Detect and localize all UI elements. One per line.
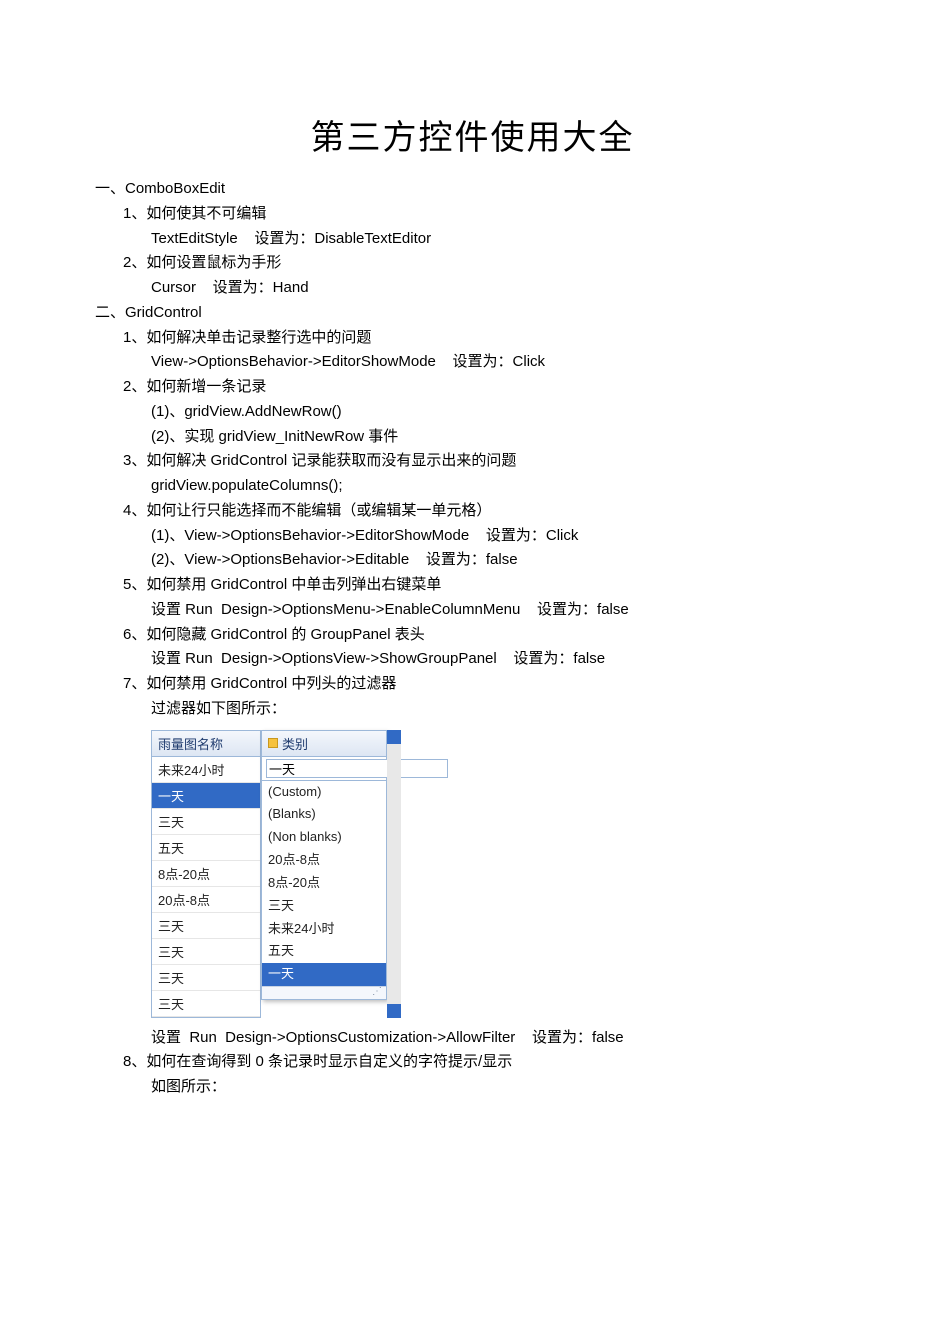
text-line: 设置 Run Design->OptionsView->ShowGroupPan…	[95, 647, 850, 672]
text-line: 4、如何让行只能选择而不能编辑（或编辑某一单元格）	[95, 499, 850, 524]
filter-list[interactable]: (Custom)(Blanks)(Non blanks)20点-8点8点-20点…	[262, 781, 386, 987]
scroll-up-button[interactable]	[387, 730, 401, 744]
grid-left-column: 雨量图名称 未来24小时一天三天五天8点-20点20点-8点三天三天三天三天	[151, 730, 261, 1018]
table-row[interactable]: 三天	[152, 939, 260, 965]
filter-input[interactable]	[266, 759, 448, 778]
text-line: 设置 Run Design->OptionsCustomization->All…	[95, 1026, 850, 1051]
text-line: 过滤器如下图所示：	[95, 697, 850, 722]
filter-icon	[268, 738, 278, 748]
filter-option[interactable]: 五天	[262, 940, 386, 963]
resize-grip[interactable]: ⋰	[262, 986, 386, 999]
text-line: 7、如何禁用 GridControl 中列头的过滤器	[95, 672, 850, 697]
scroll-track[interactable]	[387, 744, 401, 1004]
text-line: 2、如何设置鼠标为手形	[95, 251, 850, 276]
text-line: View->OptionsBehavior->EditorShowMode 设置…	[95, 350, 850, 375]
table-row[interactable]: 三天	[152, 991, 260, 1017]
text-line: (2)、实现 gridView_InitNewRow 事件	[95, 425, 850, 450]
filter-screenshot: 雨量图名称 未来24小时一天三天五天8点-20点20点-8点三天三天三天三天 类…	[151, 730, 421, 1018]
page-title: 第三方控件使用大全	[95, 110, 850, 159]
document-page: 第三方控件使用大全 一、ComboBoxEdit1、如何使其不可编辑TextEd…	[0, 0, 945, 1160]
filter-option[interactable]: (Blanks)	[262, 803, 386, 826]
scroll-down-button[interactable]	[387, 1004, 401, 1018]
filter-option[interactable]: 一天	[262, 963, 386, 986]
content-after: 设置 Run Design->OptionsCustomization->All…	[95, 1026, 850, 1100]
filter-option[interactable]: 未来24小时	[262, 918, 386, 941]
grid-header-right[interactable]: 类别	[262, 731, 386, 757]
table-row[interactable]: 一天	[152, 783, 260, 809]
text-line: (2)、View->OptionsBehavior->Editable 设置为：…	[95, 548, 850, 573]
filter-input-row	[262, 757, 386, 781]
text-line: 1、如何解决单击记录整行选中的问题	[95, 326, 850, 351]
text-line: 二、GridControl	[95, 301, 850, 326]
column-header-label: 类别	[282, 734, 308, 753]
text-line: gridView.populateColumns();	[95, 474, 850, 499]
text-line: (1)、View->OptionsBehavior->EditorShowMod…	[95, 524, 850, 549]
content-body: 一、ComboBoxEdit1、如何使其不可编辑TextEditStyle 设置…	[95, 177, 850, 722]
grid-header-left[interactable]: 雨量图名称	[152, 731, 260, 757]
table-row[interactable]: 未来24小时	[152, 757, 260, 783]
table-row[interactable]: 五天	[152, 835, 260, 861]
filter-option[interactable]: 三天	[262, 895, 386, 918]
text-line: 设置 Run Design->OptionsMenu->EnableColumn…	[95, 598, 850, 623]
text-line: Cursor 设置为：Hand	[95, 276, 850, 301]
text-line: 8、如何在查询得到 0 条记录时显示自定义的字符提示/显示	[95, 1050, 850, 1075]
table-row[interactable]: 三天	[152, 913, 260, 939]
filter-option[interactable]: (Custom)	[262, 781, 386, 804]
filter-option[interactable]: 8点-20点	[262, 872, 386, 895]
grid-right-wrap: 类别 (Custom)(Blanks)(Non blanks)20点-8点8点-…	[261, 730, 387, 1018]
scrollbar[interactable]	[387, 730, 401, 1018]
text-line: 6、如何隐藏 GridControl 的 GroupPanel 表头	[95, 623, 850, 648]
filter-option[interactable]: 20点-8点	[262, 849, 386, 872]
column-header-label: 雨量图名称	[158, 734, 223, 753]
text-line: 3、如何解决 GridControl 记录能获取而没有显示出来的问题	[95, 449, 850, 474]
table-row[interactable]: 20点-8点	[152, 887, 260, 913]
text-line: 一、ComboBoxEdit	[95, 177, 850, 202]
filter-dropdown[interactable]: 类别 (Custom)(Blanks)(Non blanks)20点-8点8点-…	[261, 730, 387, 1001]
text-line: 如图所示：	[95, 1075, 850, 1100]
table-row[interactable]: 三天	[152, 809, 260, 835]
text-line: TextEditStyle 设置为：DisableTextEditor	[95, 227, 850, 252]
text-line: (1)、gridView.AddNewRow()	[95, 400, 850, 425]
text-line: 2、如何新增一条记录	[95, 375, 850, 400]
text-line: 5、如何禁用 GridControl 中单击列弹出右键菜单	[95, 573, 850, 598]
text-line: 1、如何使其不可编辑	[95, 202, 850, 227]
filter-option[interactable]: (Non blanks)	[262, 826, 386, 849]
table-row[interactable]: 8点-20点	[152, 861, 260, 887]
table-row[interactable]: 三天	[152, 965, 260, 991]
